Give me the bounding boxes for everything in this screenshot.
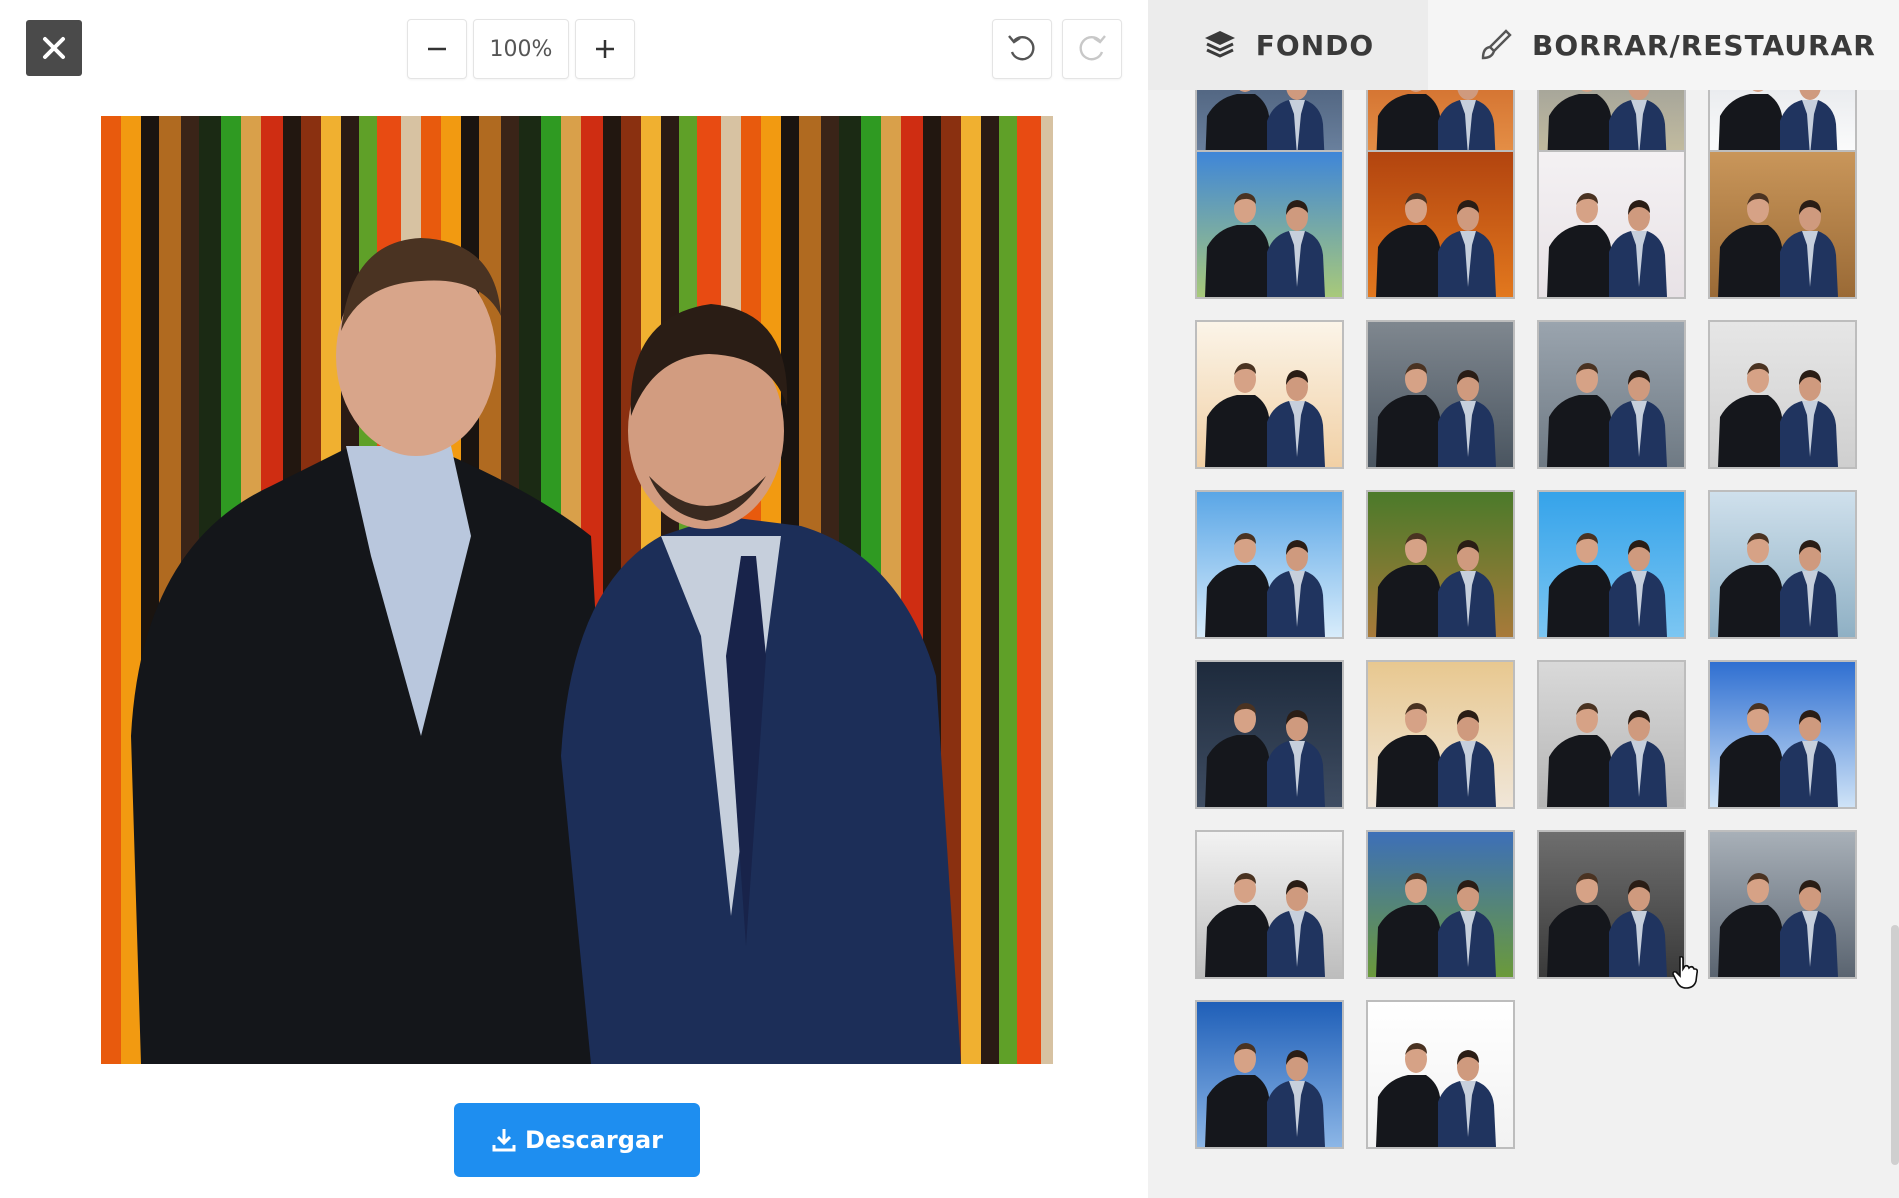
brush-icon (1481, 29, 1512, 60)
tab-borrar-restaurar[interactable]: BORRAR/RESTAURAR (1478, 0, 1876, 90)
zoom-controls: 100% (407, 19, 635, 79)
background-thumb-green-hills[interactable] (1366, 830, 1515, 979)
redo-button[interactable] (1062, 19, 1122, 79)
layers-icon (1204, 31, 1235, 58)
tab-fondo-label: FONDO (1255, 28, 1375, 62)
tab-fondo[interactable]: FONDO (1148, 0, 1428, 90)
background-thumb-lake[interactable] (1708, 490, 1857, 639)
background-thumb-white-room[interactable] (1537, 150, 1686, 299)
minus-icon (428, 47, 446, 51)
tab-bar: FONDO BORRAR/RESTAURAR (1148, 0, 1899, 90)
editor-pane: 100% Descargar (0, 0, 1148, 1198)
people-cutout (131, 238, 961, 1064)
background-thumb-blue-sky[interactable] (1708, 660, 1857, 809)
plus-icon (596, 40, 614, 58)
background-thumb-cloudy[interactable] (1708, 830, 1857, 979)
background-thumb-mountains[interactable] (1366, 320, 1515, 469)
background-grid (1148, 84, 1899, 1198)
background-thumb-office[interactable] (1537, 660, 1686, 809)
backgrounds-panel: FONDO BORRAR/RESTAURAR (1148, 0, 1899, 1198)
undo-button[interactable] (992, 19, 1052, 79)
background-thumb-tunnel[interactable] (1195, 830, 1344, 979)
download-label: Descargar (525, 1126, 663, 1154)
zoom-in-button[interactable] (575, 19, 635, 79)
undo-icon (1008, 35, 1035, 61)
background-thumb-forest[interactable] (1366, 490, 1515, 639)
close-button[interactable] (26, 20, 82, 76)
background-thumb-wood[interactable] (1708, 150, 1857, 299)
redo-icon (1079, 35, 1106, 61)
photo-canvas[interactable] (101, 116, 1053, 1064)
background-thumb-night-city[interactable] (1195, 660, 1344, 809)
tab-borrar-label: BORRAR/RESTAURAR (1532, 28, 1876, 62)
download-button[interactable]: Descargar (454, 1103, 700, 1177)
background-thumb-grey-plain[interactable] (1708, 320, 1857, 469)
background-thumb-sky-clouds[interactable] (1195, 490, 1344, 639)
close-icon (43, 37, 65, 59)
history-controls (992, 19, 1122, 79)
background-thumb-autumn[interactable] (1366, 150, 1515, 299)
background-thumb-sky-field[interactable] (1195, 150, 1344, 299)
background-thumb-dark-room[interactable] (1537, 830, 1686, 979)
background-thumb-confetti[interactable] (1195, 320, 1344, 469)
background-thumb-blue-solid[interactable] (1537, 490, 1686, 639)
scrollbar-thumb[interactable] (1891, 925, 1899, 1165)
background-thumb-street[interactable] (1537, 320, 1686, 469)
background-thumb-fruits[interactable] (1366, 660, 1515, 809)
download-icon (492, 1129, 516, 1152)
zoom-level: 100% (473, 19, 569, 79)
background-thumb-white-solid[interactable] (1366, 1000, 1515, 1149)
background-thumb-ocean[interactable] (1195, 1000, 1344, 1149)
hand-cursor-icon (1672, 955, 1698, 989)
zoom-out-button[interactable] (407, 19, 467, 79)
